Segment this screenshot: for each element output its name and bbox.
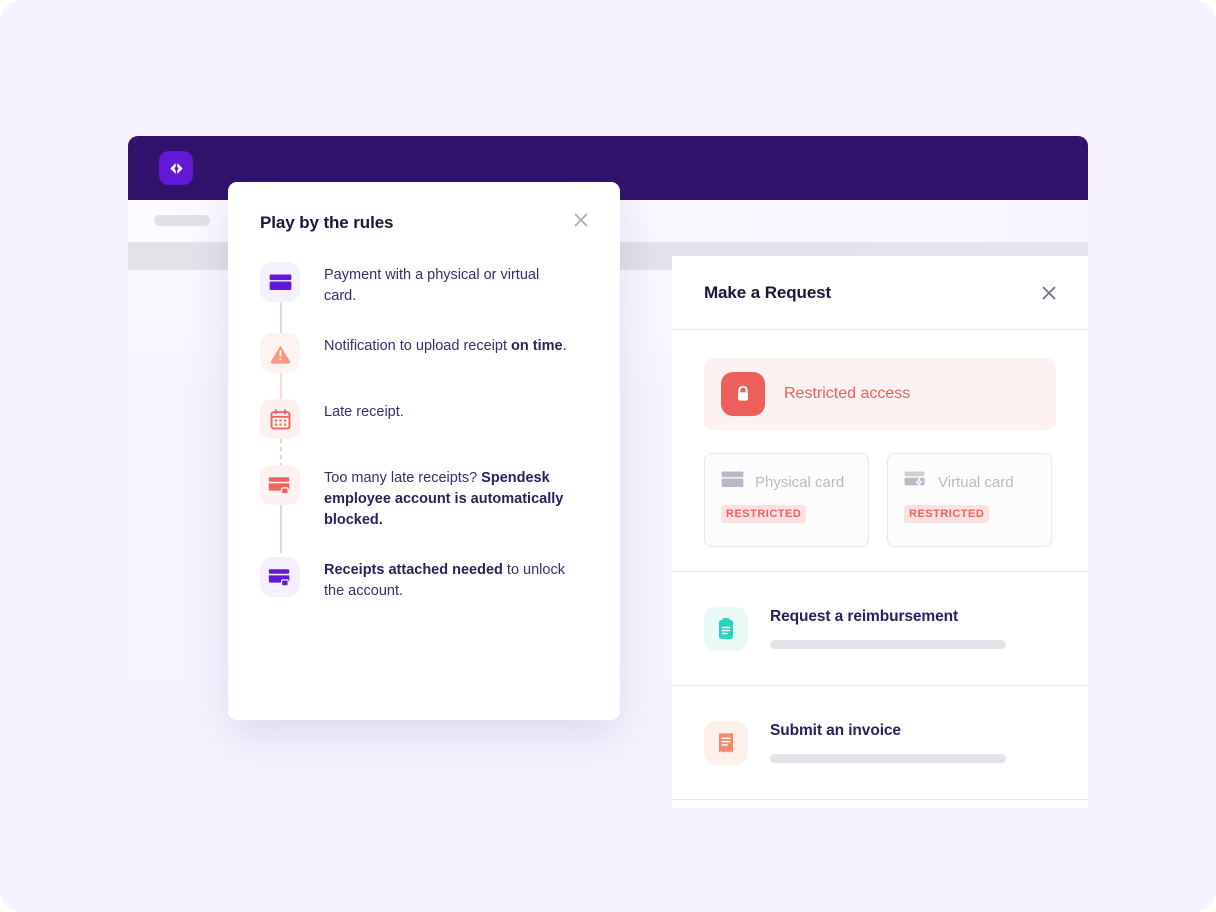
spendesk-chevron-logo-icon[interactable] (159, 151, 193, 185)
credit-card-icon (260, 262, 300, 302)
card-option-physical[interactable]: Physical card RESTRICTED (704, 453, 869, 547)
card-locked-icon (260, 465, 300, 505)
card-option-virtual[interactable]: Virtual card RESTRICTED (887, 453, 1052, 547)
virtual-card-bolt-icon (904, 471, 927, 493)
step-connector (279, 505, 282, 553)
step-text-prefix: Too many late receipts? (324, 470, 482, 486)
clipboard-icon (704, 606, 748, 651)
step-text-suffix: . (562, 338, 567, 354)
warning-triangle-icon (260, 333, 300, 373)
play-by-the-rules-modal: Play by the rules Payment with a physica… (228, 182, 620, 720)
panel-header: Make a Request (672, 256, 1088, 330)
step-text-prefix: Notification to upload receipt (324, 338, 511, 354)
card-option-label: Physical card (755, 473, 845, 491)
action-row-submit-invoice[interactable]: Submit an invoice (672, 686, 1088, 800)
step-text: Late receipt. (324, 402, 404, 439)
card-options-group: Physical card RESTRICTED Virtual card RE… (704, 453, 1056, 547)
step-text-prefix: Payment with a physical or virtual card. (324, 267, 540, 304)
card-unlocked-icon (260, 557, 300, 597)
credit-card-icon (721, 471, 744, 493)
list-item: Receipts attached needed to unlock the a… (260, 557, 600, 602)
step-text-bold: on time (511, 338, 563, 354)
list-item: Too many late receipts? Spendesk employe… (260, 465, 600, 557)
loading-skeleton-bar (770, 754, 1006, 763)
make-a-request-panel: Make a Request Restricted access Physica… (672, 256, 1088, 808)
rules-step-list: Payment with a physical or virtual card.… (260, 262, 600, 602)
loading-skeleton-bar (770, 640, 1006, 649)
receipt-icon (704, 720, 748, 765)
action-row-request-reimbursement[interactable]: Request a reimbursement (672, 572, 1088, 686)
close-icon[interactable] (1038, 282, 1060, 304)
step-text: Notification to upload receipt on time. (324, 336, 567, 373)
card-option-label: Virtual card (938, 473, 1014, 491)
action-label: Request a reimbursement (770, 608, 959, 625)
restricted-access-banner: Restricted access (704, 358, 1056, 430)
step-text: Too many late receipts? Spendesk employe… (324, 468, 570, 531)
modal-title: Play by the rules (260, 213, 394, 232)
status-badge: RESTRICTED (904, 505, 990, 523)
step-text-prefix: Late receipt. (324, 404, 404, 420)
restricted-access-label: Restricted access (784, 385, 911, 402)
calendar-icon (260, 399, 300, 439)
lock-icon (721, 372, 765, 416)
step-text-bold: Receipts attached needed (324, 562, 503, 578)
page-canvas: Make a Request Restricted access Physica… (0, 0, 1216, 912)
step-text: Payment with a physical or virtual card. (324, 265, 570, 307)
toolbar-loading-pill (154, 215, 210, 226)
list-item: Late receipt. (260, 399, 600, 491)
list-item: Payment with a physical or virtual card. (260, 262, 600, 350)
panel-title: Make a Request (704, 282, 832, 302)
list-item: Notification to upload receipt on time. (260, 333, 600, 421)
status-badge: RESTRICTED (721, 505, 807, 523)
step-text: Receipts attached needed to unlock the a… (324, 560, 570, 602)
action-label: Submit an invoice (770, 722, 901, 739)
close-icon[interactable] (570, 209, 592, 231)
